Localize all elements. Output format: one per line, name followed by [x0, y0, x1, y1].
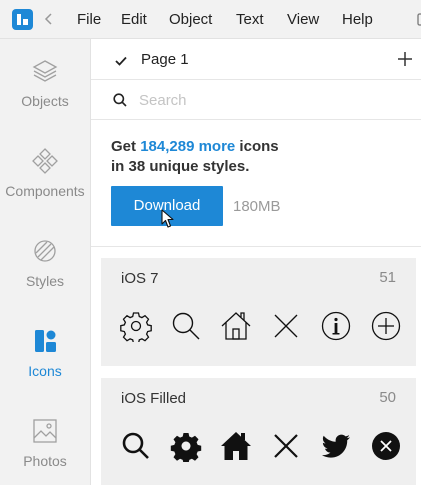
- chevron-left-icon[interactable]: [42, 9, 56, 29]
- menu-object[interactable]: Object: [169, 11, 212, 29]
- search-input[interactable]: [139, 89, 399, 111]
- plus-icon[interactable]: [397, 51, 413, 72]
- menu-file[interactable]: File: [77, 11, 101, 29]
- styles-icon: [31, 237, 59, 265]
- icon-set-title: iOS 7: [121, 270, 159, 287]
- sidebar-item-label: Styles: [25, 273, 65, 289]
- page-name: Page 1: [141, 51, 189, 68]
- sidebar-item-styles[interactable]: Styles: [0, 237, 90, 307]
- divider: [91, 246, 421, 247]
- sidebar-item-label: Components: [5, 183, 85, 199]
- components-icon: [31, 147, 59, 175]
- icon-set-count: 51: [379, 269, 396, 286]
- menu-edit[interactable]: Edit: [121, 11, 147, 29]
- page-row[interactable]: Page 1: [91, 39, 421, 80]
- promo-suffix: icons: [235, 138, 279, 155]
- sidebar: Objects Components Styles Icons Photos: [0, 39, 91, 485]
- icon-set-ios-filled[interactable]: iOS Filled 50: [101, 378, 416, 485]
- menubar: File Edit Object Text View Help: [0, 0, 421, 39]
- menu-text[interactable]: Text: [236, 11, 264, 29]
- promo-text: Get 184,289 more icons in 38 unique styl…: [111, 137, 411, 177]
- layers-icon: [31, 57, 59, 85]
- info-outline-icon[interactable]: [320, 310, 352, 342]
- menu-help[interactable]: Help: [342, 11, 373, 29]
- search-icon: [113, 93, 127, 112]
- promo-count[interactable]: 184,289 more: [140, 138, 235, 155]
- home-outline-icon[interactable]: [220, 310, 252, 342]
- sidebar-item-label: Photos: [23, 453, 67, 469]
- promo-line-1: Get 184,289 more icons: [111, 137, 411, 157]
- search-filled-icon[interactable]: [120, 430, 152, 462]
- search-outline-icon[interactable]: [170, 310, 202, 342]
- icons-icon: [31, 327, 59, 355]
- sidebar-item-photos[interactable]: Photos: [0, 417, 90, 485]
- sidebar-item-label: Icons: [28, 363, 62, 379]
- menu-view[interactable]: View: [287, 11, 319, 29]
- clipboard-icon[interactable]: [414, 11, 421, 27]
- sidebar-item-components[interactable]: Components: [0, 147, 90, 217]
- icon-set-ios7[interactable]: iOS 7 51: [101, 258, 416, 366]
- close-circle-filled-icon[interactable]: [370, 430, 402, 462]
- close-filled-icon[interactable]: [270, 430, 302, 462]
- sidebar-item-objects[interactable]: Objects: [0, 57, 90, 127]
- photos-icon: [31, 417, 59, 445]
- close-outline-icon[interactable]: [270, 310, 302, 342]
- check-icon: [115, 53, 127, 71]
- search-bar: [91, 80, 421, 120]
- twitter-filled-icon[interactable]: [320, 430, 352, 462]
- promo-line-2: in 38 unique styles.: [111, 158, 250, 175]
- add-outline-icon[interactable]: [370, 310, 402, 342]
- main-panel: Page 1 Get 184,289 more icons in 38 uniq…: [91, 39, 421, 485]
- icon-set-title: iOS Filled: [121, 390, 187, 407]
- home-filled-icon[interactable]: [220, 430, 252, 462]
- mouse-cursor-icon: [161, 209, 175, 234]
- promo-prefix: Get: [111, 138, 141, 155]
- download-size: 180MB: [233, 198, 281, 215]
- gear-filled-icon[interactable]: [170, 430, 202, 462]
- gear-outline-icon[interactable]: [120, 310, 152, 342]
- sidebar-item-label: Objects: [21, 93, 69, 109]
- icon-set-count: 50: [379, 389, 396, 406]
- sidebar-item-icons[interactable]: Icons: [0, 327, 90, 397]
- app-logo-icon[interactable]: [12, 9, 33, 30]
